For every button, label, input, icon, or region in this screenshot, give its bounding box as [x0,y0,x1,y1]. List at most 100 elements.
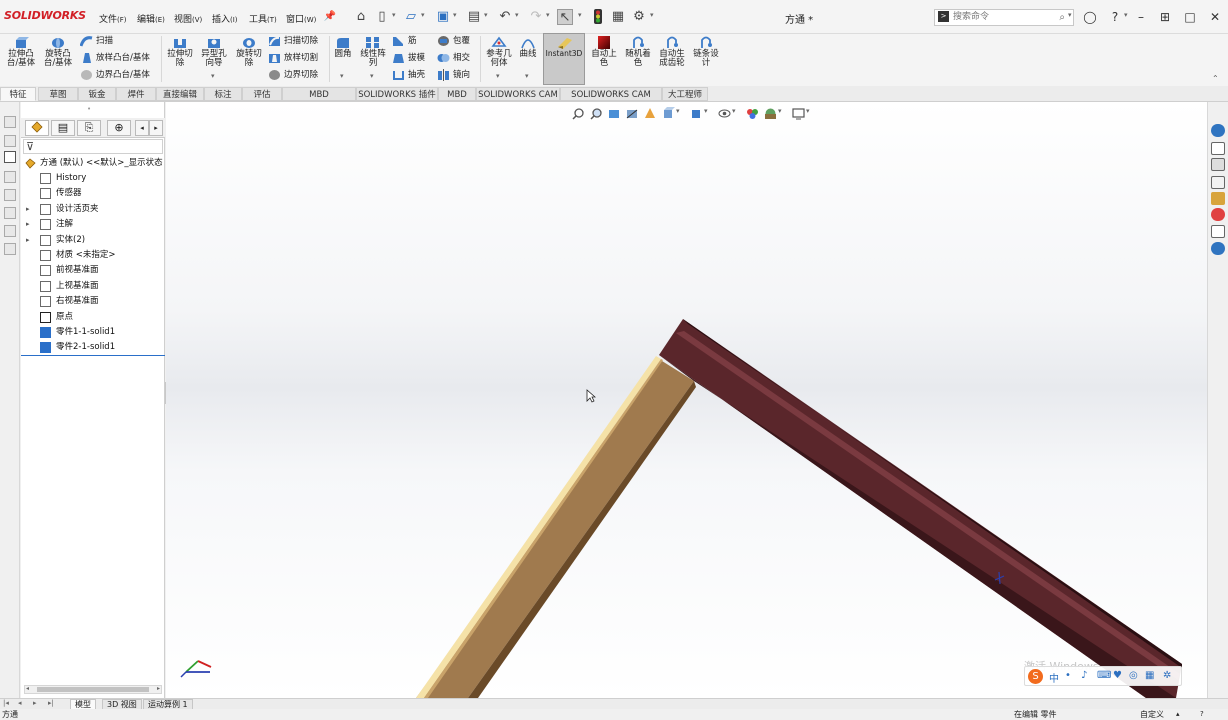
file-properties-icon[interactable]: ▦ [610,9,626,25]
strip-note-icon[interactable] [4,116,16,128]
tab-markup[interactable]: 标注 [204,87,242,101]
reference-geometry-dropdown-icon[interactable]: ▾ [496,72,500,80]
menu-window[interactable]: 窗口(W) [286,12,316,25]
tab-solidworks-cam-tbm[interactable]: SOLIDWORKS CAM TBM [560,87,662,114]
tree-filter-field[interactable]: ⊽ [23,139,163,154]
mirror-button[interactable]: 镜向 [437,68,470,82]
minimize-button[interactable]: – [1133,9,1149,25]
dimxpert-manager-tab-icon[interactable]: ⊕ [107,120,131,136]
rib-button[interactable]: 筋 [392,34,417,48]
expand-arrow-icon[interactable]: ▸ [26,217,30,232]
close-button[interactable]: ✕ [1207,9,1223,25]
part-1-tan-beam[interactable] [416,356,696,698]
appearances-icon[interactable] [1211,208,1225,221]
last-tab-icon[interactable]: ▸| [48,699,54,707]
wrap-button[interactable]: 包覆 [437,34,470,48]
tree-item-top-plane[interactable]: 上视基准面 [21,279,165,294]
filter-icon[interactable]: ⊽ [26,140,34,153]
hole-wizard-dropdown-icon[interactable]: ▾ [211,72,215,80]
tile-window-button[interactable]: ⊞ [1157,9,1173,25]
tree-item-design-binder[interactable]: ▸ 设计活页夹 [21,202,165,217]
loft-cut-button[interactable]: 放样切割 [268,51,318,65]
ime-settings-icon[interactable]: ✲ [1163,670,1171,681]
tree-item-part2-solid[interactable]: 零件2-1-solid1 [21,340,165,355]
save-icon[interactable]: ▣ [435,9,451,25]
maximize-button[interactable]: □ [1182,9,1198,25]
tree-horizontal-scrollbar[interactable]: ◂ ▸ [24,685,162,694]
tree-item-part1-solid[interactable]: 零件1-1-solid1 [21,325,165,340]
help-dropdown-icon[interactable]: ▾ [1124,11,1128,19]
ime-skin-icon[interactable]: ♥ [1113,670,1122,681]
print-icon[interactable]: ▤ [466,9,482,25]
menu-view[interactable]: 视图(V) [174,12,202,25]
instant3d-button[interactable]: Instant3D [543,33,585,85]
select-cursor-icon[interactable]: ↖ [557,9,573,25]
auto-gear-button[interactable]: 自动生 成齿轮 [656,36,688,68]
tabs-scroll-right-icon[interactable]: ▸ [149,120,163,136]
forum-icon[interactable] [1211,242,1225,255]
auto-color-button[interactable]: 自动上色 [588,36,620,68]
rollback-bar[interactable] [21,355,165,356]
curves-button[interactable]: 曲线 [516,36,540,59]
ime-keyboard-icon[interactable]: ⌨ [1097,670,1111,681]
chain-design-button[interactable]: 链条设计 [690,36,722,68]
options-gear-icon[interactable]: ⚙ [631,9,647,25]
revolve-cut-button[interactable]: 旋转切除 [233,36,265,68]
search-commands-input[interactable]: > 搜索命令 ⌕ [934,9,1074,26]
strip-doc-icon[interactable] [4,225,16,237]
search-icon[interactable]: ⌕ [1059,10,1065,25]
tree-item-right-plane[interactable]: 右视基准面 [21,294,165,309]
options-dropdown-icon[interactable]: ▾ [650,11,654,19]
random-color-button[interactable]: 随机着色 [622,36,654,68]
tree-item-history[interactable]: History [21,171,165,186]
model-view[interactable] [166,102,1207,698]
linear-pattern-button[interactable]: 线性阵列 [357,36,389,68]
ime-toolbar[interactable]: S 中 • ♪ ⌨ ♥ ◎ ▦ ✲ [1024,666,1182,686]
home-icon[interactable]: ⌂ [353,9,369,25]
ime-punctuation-icon[interactable]: • [1065,670,1071,681]
menu-tools[interactable]: 工具(T) [249,12,277,25]
file-explorer-icon[interactable] [1211,176,1225,189]
draft-button[interactable]: 拔模 [392,51,425,65]
strip-pin-icon[interactable] [4,243,16,255]
solidworks-resources-icon[interactable] [1211,124,1225,137]
view-palette-icon[interactable] [1211,192,1225,205]
ime-toolbox-icon[interactable]: ▦ [1145,670,1154,681]
home-page-icon[interactable] [1211,142,1225,155]
select-dropdown-icon[interactable]: ▾ [578,11,582,19]
fillet-dropdown-icon[interactable]: ▾ [340,72,344,80]
design-library-icon[interactable] [1211,158,1225,171]
undo-icon[interactable]: ↶ [497,9,513,25]
sweep-cut-button[interactable]: 扫描切除 [268,34,318,48]
tab-solidworks-cam[interactable]: SOLIDWORKS CAM [476,87,560,101]
strip-layers-icon[interactable] [4,207,16,219]
tree-root[interactable]: 方通 (默认) <<默认>_显示状态 1 [21,156,171,171]
extrude-boss-button[interactable]: 拉伸凸 台/基体 [5,36,37,68]
fillet-button[interactable]: 圆角 [332,36,354,59]
tab-sketch[interactable]: 草图 [38,87,78,101]
scroll-right-icon[interactable]: ▸ [157,685,160,692]
user-account-icon[interactable]: ◯ [1082,9,1098,25]
curves-dropdown-icon[interactable]: ▾ [525,72,529,80]
boundary-boss-button[interactable]: 边界凸台/基体 [80,68,150,82]
revolve-boss-button[interactable]: 旋转凸 台/基体 [42,36,74,68]
undo-dropdown-icon[interactable]: ▾ [515,11,519,19]
units-dropdown-icon[interactable]: ▴ [1176,709,1180,720]
tree-item-sensors[interactable]: 传感器 [21,186,165,201]
tab-mbd-dimensions[interactable]: MBD Dimensions [282,87,356,114]
custom-properties-icon[interactable] [1211,225,1225,238]
ime-chinese-mode-icon[interactable]: 中 [1049,670,1059,685]
shell-button[interactable]: 抽壳 [392,68,425,82]
scroll-left-icon[interactable]: ◂ [26,685,29,692]
first-tab-icon[interactable]: |◂ [3,699,9,707]
tab-weldments[interactable]: 焊件 [116,87,156,101]
strip-sheet-icon[interactable] [4,189,16,201]
tree-item-annotations[interactable]: ▸ 注解 [21,217,165,232]
ime-voice-icon[interactable]: ♪ [1081,670,1087,681]
expand-arrow-icon[interactable]: ▸ [26,233,30,248]
status-help-icon[interactable]: ? [1200,709,1204,720]
search-dropdown-icon[interactable]: ▾ [1068,11,1072,19]
configuration-manager-tab-icon[interactable]: ⎘ [77,120,101,136]
tabs-scroll-left-icon[interactable]: ◂ [135,120,149,136]
tab-mbd[interactable]: MBD [438,87,476,101]
